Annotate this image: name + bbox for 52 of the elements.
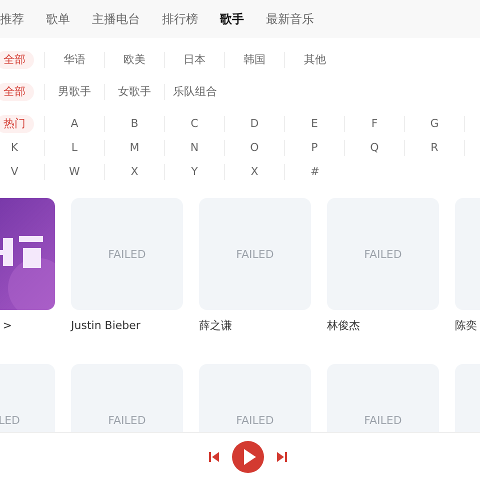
failed-text: FAILED [364, 248, 402, 260]
filter-option[interactable]: V [2, 163, 26, 181]
filter-option[interactable]: W [61, 163, 88, 181]
artist-name[interactable]: 林俊杰 [327, 318, 439, 334]
filter-option[interactable]: X [242, 163, 266, 181]
filter-option[interactable]: Q [362, 139, 387, 157]
filter-option[interactable]: L [63, 139, 86, 157]
failed-text: FAILED [364, 414, 402, 426]
filter-option[interactable]: F [363, 115, 386, 133]
nav-tab[interactable]: 歌手 [220, 10, 244, 28]
nav-tab[interactable]: 排行榜 [162, 10, 198, 28]
filter-option[interactable]: 热门 [0, 115, 34, 133]
filter-option[interactable]: 全部 [0, 51, 34, 69]
filter-option[interactable]: X [122, 163, 146, 181]
filter-option[interactable]: K [2, 139, 26, 157]
filter-option[interactable]: 男歌手 [50, 83, 99, 101]
filter-option[interactable]: 全部 [0, 83, 34, 101]
previous-button[interactable] [208, 450, 220, 462]
nav-tab[interactable]: 歌单 [46, 10, 70, 28]
filter-option[interactable]: 日本 [176, 51, 214, 69]
filter-option[interactable]: 韩国 [236, 51, 274, 69]
failed-text: FAILED [236, 414, 274, 426]
nav-tab[interactable]: 最新音乐 [266, 10, 314, 28]
filter-option[interactable]: N [182, 139, 207, 157]
filter-option[interactable]: O [242, 139, 267, 157]
filter-option[interactable]: 乐队组合 [165, 83, 225, 101]
filter-option[interactable]: 其他 [296, 51, 334, 69]
filter-option[interactable]: # [302, 163, 328, 181]
filter-option[interactable]: 欧美 [116, 51, 154, 69]
filter-option[interactable]: C [182, 115, 206, 133]
filter-option[interactable]: D [242, 115, 267, 133]
failed-text: FAILED [108, 248, 146, 260]
failed-text: FAILED [236, 248, 274, 260]
filter-option[interactable]: E [303, 115, 326, 133]
nav-tab[interactable]: 推荐 [0, 10, 24, 28]
filter-option[interactable]: A [62, 115, 86, 133]
play-button[interactable] [232, 440, 264, 472]
filter-option[interactable]: 华语 [56, 51, 94, 69]
filter-option[interactable]: R [422, 139, 446, 157]
next-button[interactable] [276, 450, 288, 462]
filter-option[interactable]: Y [183, 163, 206, 181]
filter-option[interactable]: 女歌手 [110, 83, 159, 101]
failed-text: FAILED [108, 414, 146, 426]
artist-name[interactable]: 薛之谦 [199, 318, 311, 334]
filter-option[interactable]: M [122, 139, 148, 157]
filter-option[interactable]: G [422, 115, 447, 133]
artist-name[interactable]: Justin Bieber [71, 318, 183, 334]
filter-option[interactable]: P [303, 139, 326, 157]
artist-name[interactable]: > [2, 318, 12, 334]
nav-tab[interactable]: 主播电台 [92, 10, 140, 28]
filter-option[interactable]: B [122, 115, 146, 133]
artist-name[interactable]: 陈奕 [455, 318, 480, 334]
